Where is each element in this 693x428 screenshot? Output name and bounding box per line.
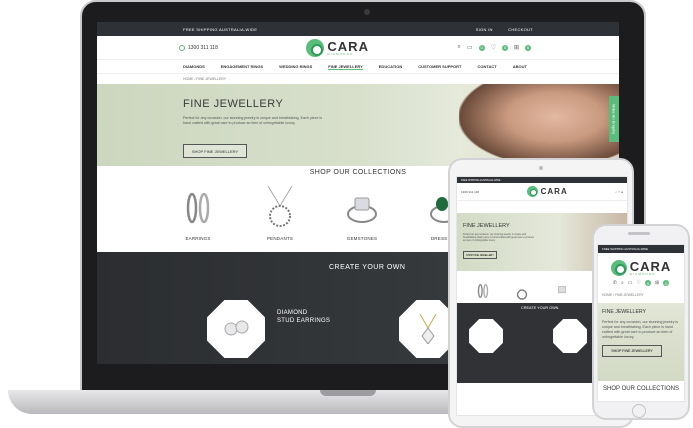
tablet-custom-design: CUSTOM DESI [567, 367, 590, 371]
tablet-shipping-text: FREE SHIPPING AUSTRALIA-WIDE [461, 178, 501, 182]
nav-customer-support[interactable]: CUSTOMER SUPPORT [418, 64, 461, 69]
create-label-line1: DIAMOND [277, 310, 308, 316]
phone-contact[interactable]: 1300 311 118 [179, 44, 218, 51]
tablet-phone[interactable]: 1300 311 118 [461, 190, 479, 194]
nav-about[interactable]: ABOUT [513, 64, 527, 69]
tablet-camera [539, 166, 543, 170]
tablet-pendant-tile[interactable] [553, 319, 587, 353]
hero-description: Perfect for any occasion, our stunning j… [183, 116, 323, 125]
hero-title: FINE JEWELLERY [183, 98, 284, 110]
mobile-shop-button[interactable]: SHOP FINE JEWELLERY [602, 345, 662, 358]
tablet-stud-tile[interactable] [469, 319, 503, 353]
collection-earrings[interactable]: EARRINGS [167, 186, 229, 241]
mobile-breadcrumb[interactable]: HOME / FINE JEWELLERY [598, 286, 684, 297]
nav-wedding-rings[interactable]: WEDDING RINGS [279, 64, 312, 69]
wishlist-badge: 0 [645, 280, 652, 286]
earrings-icon [167, 186, 229, 230]
collection-pendants[interactable]: PENDANTS [249, 186, 311, 241]
gemstone-ring-icon [331, 186, 393, 230]
breadcrumb[interactable]: HOME / FINE JEWELLERY [97, 74, 619, 84]
logo-name: CARA [327, 38, 369, 54]
enquiry-tab[interactable]: Make An Enquiry [609, 96, 619, 142]
header-icons: ⌕ ▭ 0 ♡ 0 ⊞ 0 [458, 44, 531, 51]
phone-number: 1300 311 118 [188, 44, 218, 51]
tablet-header-icons[interactable]: ⌕ ♡ ⊞ [615, 190, 623, 194]
mobile-hero: FINE JEWELLERY Perfect for any occasion,… [598, 303, 684, 381]
compare-count-badge: 0 [478, 44, 485, 51]
mobile-hero-text: Perfect for any occasion, our stunning j… [602, 320, 679, 339]
nav-contact[interactable]: CONTACT [477, 64, 496, 69]
cart-count-badge: 0 [525, 44, 531, 51]
tablet-collection-item[interactable] [553, 282, 571, 301]
model-photo [459, 84, 619, 166]
tablet-logo-name: CARA [540, 187, 568, 196]
mobile-hero-title: FINE JEWELLERY [602, 309, 647, 315]
phone-icon [179, 44, 185, 51]
phone-speaker [628, 232, 650, 235]
site-header: 1300 311 118 CARA DIAMONDS ⌕ ▭ 0 ♡ 0 ⊞ 0 [97, 36, 619, 60]
home-button[interactable] [632, 404, 646, 418]
laptop-camera [364, 9, 370, 15]
free-shipping-text: FREE SHIPPING AUSTRALIA-WIDE [183, 26, 258, 32]
logo-mark-icon [526, 186, 538, 197]
search-icon[interactable]: ⌕ [621, 280, 624, 286]
wishlist-icon[interactable]: ♡ [637, 280, 641, 286]
stud-earrings-tile[interactable] [207, 300, 265, 358]
cart-icon[interactable]: ⊞ [655, 280, 659, 286]
nav-education[interactable]: EDUCATION [379, 64, 402, 69]
search-icon[interactable]: ⌕ [458, 44, 461, 51]
device-mockup: FREE SHIPPING AUSTRALIA-WIDE SIGN IN CHE… [0, 0, 693, 428]
create-label-line2: STUD EARRINGS [277, 317, 331, 324]
nav-fine-jewellery[interactable]: FINE JEWELLERY [328, 64, 363, 70]
compare-icon[interactable]: ▭ [628, 280, 633, 286]
phone-screen: FREE SHIPPING AUSTRALIA-WIDE CARA DIAMON… [597, 244, 685, 402]
tablet-shop-button[interactable]: SHOP FINE JEWELLERY [463, 251, 497, 259]
tablet-hero-text: Perfect for any occasion, our stunning j… [463, 233, 534, 243]
wishlist-count-badge: 0 [501, 44, 508, 51]
mobile-collections-title: SHOP OUR COLLECTIONS [603, 386, 679, 392]
sign-in-link[interactable]: SIGN IN [476, 27, 493, 32]
shop-fine-jewellery-button[interactable]: SHOP FINE JEWELLERY [183, 144, 247, 158]
mobile-logo[interactable]: CARA DIAMONDS [598, 253, 684, 276]
create-title: CREATE YOUR OWN [329, 264, 406, 271]
main-nav: DIAMONDS ENGAGEMENT RINGS WEDDING RINGS … [97, 60, 619, 74]
tablet-create-title: CREATE YOUR OWN [521, 306, 559, 310]
create-option-label: DIAMOND STUD EARRINGS [277, 310, 330, 326]
tablet-header: 1300 311 118 CARA ⌕ ♡ ⊞ [457, 183, 627, 201]
collection-label: PENDANTS [266, 236, 294, 241]
tablet-collection-item[interactable] [513, 280, 531, 303]
collection-label: EARRINGS [185, 236, 211, 241]
logo-mark-icon [306, 38, 325, 57]
wishlist-icon[interactable]: ♡ [491, 44, 496, 51]
mobile-top-bar: FREE SHIPPING AUSTRALIA-WIDE [598, 245, 684, 253]
tablet-collection-item[interactable] [474, 282, 492, 301]
collection-label: GEMSTONES [346, 236, 378, 241]
cart-icon[interactable]: ⊞ [514, 44, 519, 51]
hero-banner: FINE JEWELLERY Perfect for any occasion,… [97, 84, 619, 166]
checkout-link[interactable]: CHECKOUT [508, 27, 533, 32]
nav-diamonds[interactable]: DIAMONDS [183, 64, 205, 69]
compare-icon[interactable]: ▭ [467, 44, 473, 51]
pendant-icon [249, 186, 311, 230]
collection-gemstones[interactable]: GEMSTONES [331, 186, 393, 241]
tablet-hero-title: FINE JEWELLERY [463, 223, 510, 229]
laptop-notch [320, 390, 376, 396]
phone-icon[interactable]: ✆ [613, 280, 617, 286]
top-bar: FREE SHIPPING AUSTRALIA-WIDE SIGN IN CHE… [97, 22, 619, 36]
logo-mark-icon [610, 260, 627, 276]
site-logo[interactable]: CARA DIAMONDS [306, 38, 369, 57]
nav-engagement-rings[interactable]: ENGAGEMENT RINGS [221, 64, 263, 69]
tablet-logo[interactable]: CARA [526, 186, 568, 197]
